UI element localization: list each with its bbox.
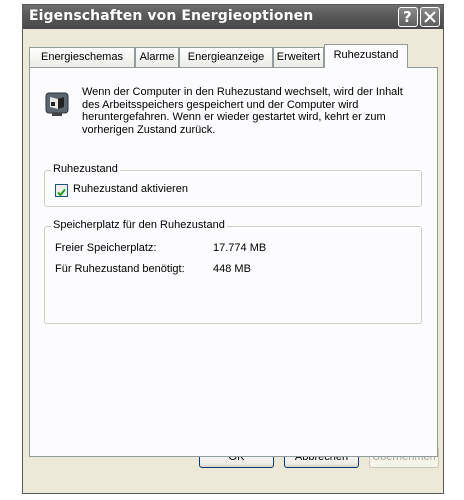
hibernate-description: Wenn der Computer in den Ruhezustand wec… (82, 86, 403, 136)
free-space-label: Freier Speicherplatz: (55, 242, 157, 254)
tab-alarme[interactable]: Alarme (135, 47, 179, 67)
hibernate-checkbox-label[interactable]: Ruhezustand aktivieren (73, 183, 188, 195)
window-title: Eigenschaften von Energieoptionen (29, 8, 314, 24)
help-button[interactable]: ? (398, 7, 418, 27)
hibernate-monitor-icon (45, 92, 69, 116)
close-icon (424, 11, 436, 23)
storage-group-legend: Speicherplatz für den Ruhezustand (51, 219, 227, 231)
hibernate-group-legend: Ruhezustand (51, 163, 120, 175)
tab-erweitert[interactable]: Erweitert (273, 47, 324, 67)
tab-ruhezustand[interactable]: Ruhezustand (324, 44, 408, 68)
close-button[interactable] (420, 7, 440, 27)
tab-panel: Wenn der Computer in den Ruhezustand wec… (29, 67, 438, 457)
free-space-value: 17.774 MB (213, 242, 267, 254)
title-bar[interactable]: Eigenschaften von Energieoptionen ? (23, 5, 443, 29)
help-icon: ? (403, 8, 412, 26)
needed-space-label: Für Ruhezustand benötigt: (55, 263, 185, 275)
dialog-window: Eigenschaften von Energieoptionen ? Ener… (22, 4, 444, 494)
hibernate-checkbox[interactable] (55, 184, 68, 197)
tab-energieanzeige[interactable]: Energieanzeige (179, 47, 273, 67)
hibernate-group: Ruhezustand Ruhezustand aktivieren (44, 163, 422, 207)
needed-space-value: 448 MB (213, 263, 251, 275)
checkmark-icon (57, 188, 66, 197)
storage-group: Speicherplatz für den Ruhezustand Freier… (44, 219, 422, 324)
tab-energieschemas[interactable]: Energieschemas (29, 47, 135, 67)
